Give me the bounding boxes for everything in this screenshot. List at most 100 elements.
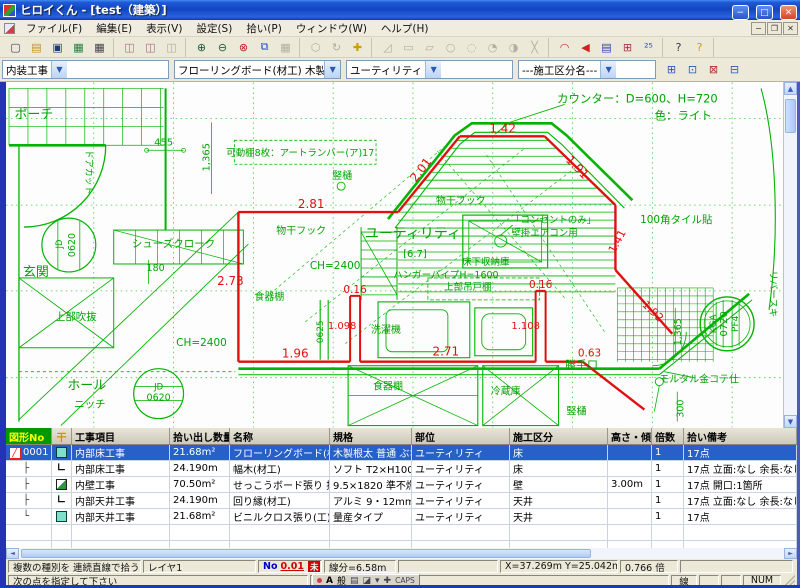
mdi-minimize-button[interactable]: − [751, 22, 766, 35]
layer-palette-button[interactable]: ▤ [597, 38, 616, 56]
table-row[interactable]: ╱0001内部床工事21.68m²フローリングボード(材工)木製根太 普通 ぶな… [6, 445, 797, 461]
table-row[interactable]: ├∟内部天井工事24.190m回り縁(材工)アルミ 9・12mm 突付けユーティ… [6, 493, 797, 509]
column-header-5[interactable]: 規格 [330, 428, 412, 444]
close-button[interactable]: ✕ [780, 5, 797, 20]
cell-4: ユーティリティ [412, 493, 510, 508]
arc-measure-button[interactable]: ◠ [555, 38, 574, 56]
edge-pickup-icon: ∟ [56, 463, 67, 474]
vertical-scrollbar[interactable]: ▲ ▼ [783, 82, 797, 428]
menu-item-4[interactable]: 拾い(P) [239, 20, 289, 37]
work-category-select[interactable]: 内装工事▼ [2, 60, 169, 79]
ime-tool-icon-3[interactable]: ✚ [384, 576, 392, 586]
drawing-area[interactable]: ポーチ4551,365可動棚8枚：アートランバー(ア)17竪樋カウンター：D=6… [0, 82, 800, 428]
ime-tool-icon-0[interactable]: ▤ [350, 576, 359, 586]
tool-parallelogram-button[interactable]: ▱ [420, 38, 439, 56]
ime-input-mode[interactable]: A [326, 576, 333, 586]
menu-item-3[interactable]: 設定(S) [189, 20, 239, 37]
zoom-grid-button[interactable]: ▦ [276, 38, 295, 56]
context-help-button[interactable]: ? [669, 38, 688, 56]
capture-window-button[interactable]: ⊞ [618, 38, 637, 56]
ime-tool-icon-1[interactable]: ◪ [363, 576, 372, 586]
pickup-mode-2-button[interactable]: ◫ [141, 38, 160, 56]
tool-cross-line-button[interactable]: ╳ [525, 38, 544, 56]
zoom-area-button[interactable]: ⊗ [234, 38, 253, 56]
item-name-select[interactable]: フローリングボード(材工) 木製▼ [174, 60, 341, 79]
menu-item-5[interactable]: ウィンドウ(W) [289, 20, 374, 37]
save-file-button[interactable]: ▣ [48, 38, 67, 56]
scroll-right-button[interactable]: ► [784, 548, 797, 559]
floor-plan-svg[interactable]: ポーチ4551,365可動棚8枚：アートランバー(ア)17竪樋カウンター：D=6… [6, 82, 783, 428]
table-row[interactable]: ├内壁工事70.50m²せっこうボード張り 捨張り工..9.5×1820 準不燃… [6, 477, 797, 493]
plan-text-label: 上部吹抜 [55, 310, 97, 323]
ime-caps-indicator[interactable]: CAPS [395, 576, 415, 585]
menu-item-6[interactable]: ヘルプ(H) [374, 20, 436, 37]
mdi-close-button[interactable]: ✕ [783, 22, 798, 35]
column-header-1[interactable]: 干 [52, 428, 72, 444]
minimize-button[interactable]: − [732, 5, 749, 20]
window-tile-button[interactable]: ⊞ [662, 61, 681, 79]
ime-conversion-mode[interactable]: 般 [337, 574, 346, 587]
column-header-8[interactable]: 高さ・傾斜 [608, 428, 652, 444]
scroll-left-button[interactable]: ◄ [6, 548, 19, 559]
table-row[interactable]: ├∟内部床工事24.190m幅木(材工)ソフト T2×H100mmユーティリティ… [6, 461, 797, 477]
column-header-0[interactable]: 図形No [6, 428, 52, 444]
part-select[interactable]: ユーティリティ▼ [346, 60, 513, 79]
tool-arc-button[interactable]: ◔ [483, 38, 502, 56]
chevron-down-icon[interactable]: ▼ [324, 61, 340, 78]
table-row[interactable]: └内部天井工事21.68m²ビニルクロス張り(工)量産タイプユーティリティ天井1… [6, 509, 797, 525]
tool-circle-button[interactable]: ○ [441, 38, 460, 56]
menu-item-2[interactable]: 表示(V) [139, 20, 189, 37]
open-file-button[interactable]: ▤ [27, 38, 46, 56]
tool-rect-button[interactable]: ▭ [399, 38, 418, 56]
about-help-button[interactable]: ? [690, 38, 709, 56]
vertical-scroll-thumb[interactable] [785, 99, 796, 133]
column-header-6[interactable]: 部位 [412, 428, 510, 444]
pickup-table[interactable]: 図形No干工事項目拾い出し数量名称規格部位施工区分高さ・傾斜倍数拾い備考╱000… [0, 428, 800, 548]
column-header-4[interactable]: 名称 [230, 428, 330, 444]
window-cascade-button[interactable]: ⊡ [683, 61, 702, 79]
rotate-view-button[interactable]: ↻ [327, 38, 346, 56]
crosshair-button[interactable]: ✚ [348, 38, 367, 56]
chevron-down-icon[interactable]: ▼ [425, 61, 441, 78]
display-list-button[interactable]: ▦ [90, 38, 109, 56]
window-list-button[interactable]: ⊟ [725, 61, 744, 79]
horizontal-scroll-track[interactable] [19, 548, 784, 559]
scroll-up-button[interactable]: ▲ [784, 82, 797, 95]
scroll-down-button[interactable]: ▼ [784, 415, 797, 428]
new-file-button[interactable]: ▢ [6, 38, 25, 56]
reverse-direction-button[interactable]: ◀ [576, 38, 595, 56]
select-region-button[interactable]: ⬡ [306, 38, 325, 56]
menu-item-0[interactable]: ファイル(F) [19, 20, 89, 37]
column-header-7[interactable]: 施工区分 [510, 428, 608, 444]
tool-halfcircle-button[interactable]: ◑ [504, 38, 523, 56]
column-header-2[interactable]: 工事項目 [72, 428, 170, 444]
section-select[interactable]: ---施工区分名---▼ [518, 60, 656, 79]
maximize-button[interactable]: □ [756, 5, 773, 20]
cell-8: 17点 立面:なし 余長:なし [684, 493, 797, 508]
tool-triangle-button[interactable]: ◿ [378, 38, 397, 56]
column-header-9[interactable]: 倍数 [652, 428, 684, 444]
chevron-down-icon[interactable]: ▼ [600, 61, 616, 78]
column-header-3[interactable]: 拾い出し数量 [170, 428, 230, 444]
cell-3: 量産タイプ [330, 509, 412, 524]
ime-tool-icon-2[interactable]: ▾ [375, 576, 380, 586]
zoom-in-button[interactable]: ⊕ [192, 38, 211, 56]
pickup-mode-3-button[interactable]: ◫ [162, 38, 181, 56]
zoom-out-button[interactable]: ⊖ [213, 38, 232, 56]
table-horizontal-scrollbar[interactable]: ◄ ► [0, 548, 800, 559]
ime-toolbar[interactable]: A般 ▤ ◪▾ ✚CAPS [312, 574, 420, 587]
resize-grip[interactable] [783, 575, 795, 586]
display-drawing-button[interactable]: ▦ [69, 38, 88, 56]
mdi-restore-button[interactable]: ❐ [767, 22, 782, 35]
tool-circle2-button[interactable]: ◌ [462, 38, 481, 56]
column-header-10[interactable]: 拾い備考 [684, 428, 797, 444]
zoom-fit-button[interactable]: ⧉ [255, 38, 274, 56]
horizontal-scroll-thumb[interactable] [21, 549, 591, 558]
scale-1-25-button[interactable]: ²⁵ [639, 38, 658, 56]
menu-item-1[interactable]: 編集(E) [89, 20, 139, 37]
window-close-button[interactable]: ⊠ [704, 61, 723, 79]
vertical-scroll-track[interactable] [784, 95, 797, 415]
cell-6: 3.00m [608, 477, 652, 492]
pickup-mode-1-button[interactable]: ◫ [120, 38, 139, 56]
chevron-down-icon[interactable]: ▼ [51, 61, 67, 78]
